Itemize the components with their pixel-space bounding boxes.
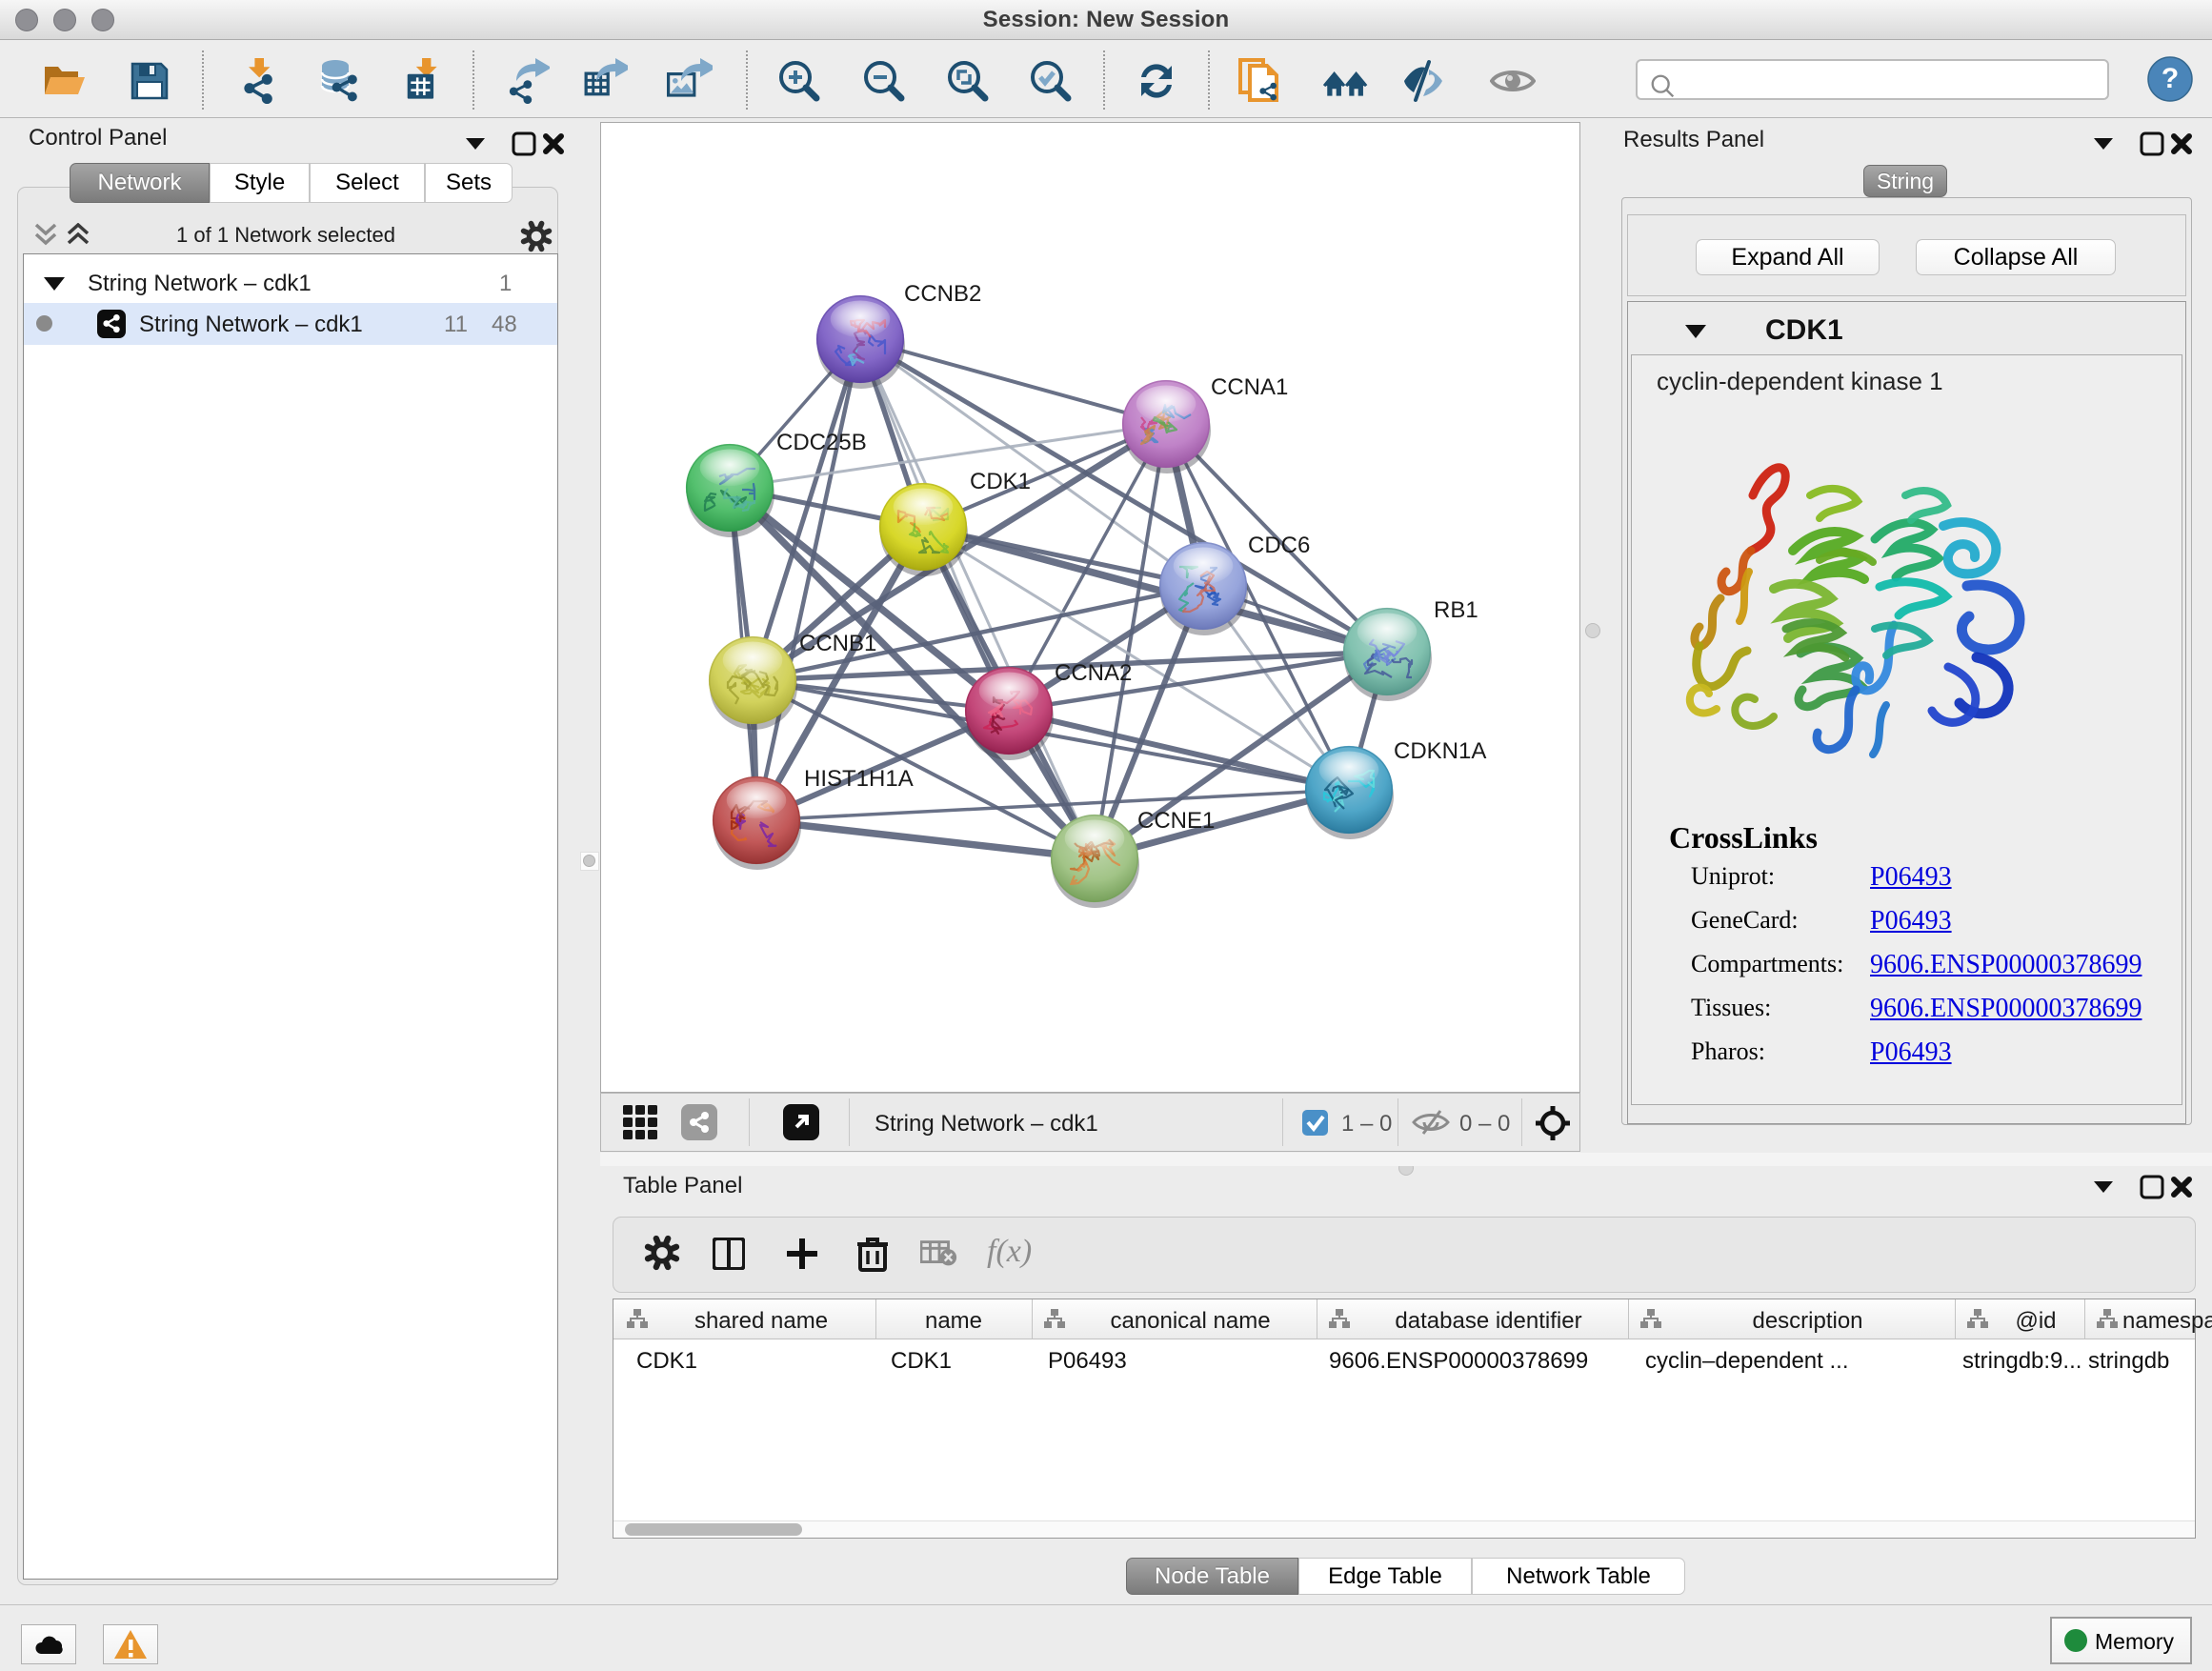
svg-text:CCNA2: CCNA2 [1055,660,1132,686]
svg-text:CDC6: CDC6 [1248,533,1310,558]
svg-text:CDK1: CDK1 [970,469,1031,494]
svg-text:CCNA1: CCNA1 [1211,374,1288,400]
svg-text:CCNB2: CCNB2 [904,281,981,307]
svg-text:CDC25B: CDC25B [776,430,867,455]
svg-text:CCNE1: CCNE1 [1137,808,1215,834]
svg-text:CCNB1: CCNB1 [799,631,876,656]
svg-text:?: ? [2162,63,2179,94]
svg-text:RB1: RB1 [1434,597,1478,623]
svg-text:HIST1H1A: HIST1H1A [804,766,914,792]
svg-text:CDKN1A: CDKN1A [1394,738,1486,764]
